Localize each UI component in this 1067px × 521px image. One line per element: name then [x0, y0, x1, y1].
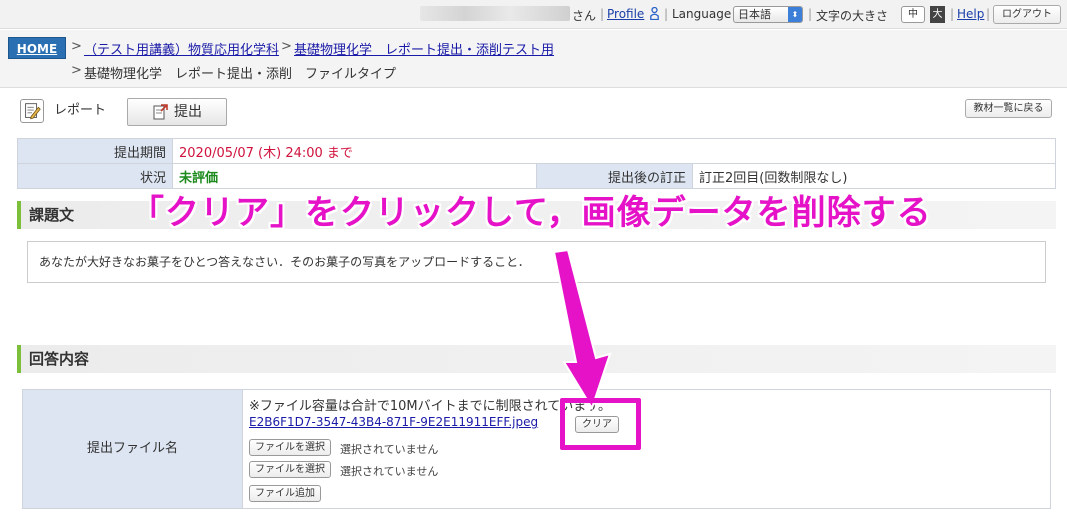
language-value: 日本語	[738, 8, 771, 21]
breadcrumb-assignment-link[interactable]: 基礎物理化学 レポート提出・添削テスト用	[294, 39, 554, 58]
breadcrumb-course-link[interactable]: （テスト用講義）物質応用化学科	[84, 39, 279, 58]
submit-label: 提出	[174, 104, 202, 120]
language-select[interactable]: 日本語 ⬍	[733, 6, 803, 23]
font-size-label: 文字の大きさ	[816, 9, 889, 23]
top-bar: さん | Profile | Language 日本語 ⬍ | 文字の大きさ 中…	[0, 0, 1067, 29]
file-status-text: 選択されていません	[340, 443, 439, 456]
report-label: レポート	[54, 103, 107, 118]
clear-button-highlight	[560, 398, 641, 450]
period-label: 提出期間	[17, 138, 173, 164]
period-value: 2020/05/07 (木) 24:00 まで	[172, 138, 1056, 164]
honorific-label: さん	[572, 9, 597, 23]
submit-button[interactable]: 提出	[127, 98, 227, 126]
answer-section-header: 回答内容	[17, 345, 1056, 373]
breadcrumb-current: 基礎物理化学 レポート提出・添削 ファイルタイプ	[84, 67, 397, 82]
divider: |	[600, 7, 605, 21]
file-name-label: 提出ファイル名	[23, 390, 243, 508]
profile-link[interactable]: Profile	[607, 7, 644, 21]
divider: |	[986, 7, 991, 21]
person-icon[interactable]	[650, 7, 659, 20]
font-size-large-button[interactable]: 大	[930, 6, 945, 23]
annotation-callout: 「クリア」をクリックして，画像データを削除する	[130, 193, 932, 233]
breadcrumb: HOME > （テスト用講義）物質応用化学科 > 基礎物理化学 レポート提出・添…	[0, 30, 1067, 88]
choose-file-button[interactable]: ファイルを選択	[249, 439, 331, 456]
user-name-blurred	[420, 6, 570, 21]
annotation-arrow-icon	[552, 248, 612, 411]
question-text: あなたが大好きなお菓子をひとつ答えなさい．そのお菓子の写真をアップロードすること…	[27, 241, 1046, 283]
language-label: Language	[672, 7, 732, 21]
back-to-materials-button[interactable]: 教材一覧に戻る	[965, 99, 1052, 118]
add-file-button[interactable]: ファイル追加	[249, 485, 321, 502]
answer-table: 提出ファイル名 ※ファイル容量は合計で10Mバイトまでに制限されています。 E2…	[22, 389, 1051, 509]
choose-file-button[interactable]: ファイルを選択	[249, 461, 331, 478]
file-status-text: 選択されていません	[340, 465, 439, 478]
logout-button[interactable]: ログアウト	[993, 5, 1061, 24]
font-size-medium-button[interactable]: 中	[901, 6, 925, 23]
submit-document-icon	[153, 104, 168, 120]
uploaded-file-link[interactable]: E2B6F1D7-3547-43B4-871F-9E2E11911EFF.jpe…	[249, 415, 538, 429]
divider: |	[664, 7, 669, 21]
divider: |	[808, 7, 813, 21]
report-tab[interactable]: レポート	[18, 98, 118, 126]
divider: |	[950, 7, 955, 21]
submission-info-table: 提出期間 2020/05/07 (木) 24:00 まで 状況 未評価 提出後の…	[17, 138, 1056, 189]
home-button[interactable]: HOME	[8, 37, 66, 59]
chevron-updown-icon: ⬍	[788, 7, 802, 22]
help-link[interactable]: Help	[957, 7, 984, 21]
table-row: 提出期間 2020/05/07 (木) 24:00 まで	[17, 138, 1056, 164]
report-edit-icon	[20, 99, 44, 123]
